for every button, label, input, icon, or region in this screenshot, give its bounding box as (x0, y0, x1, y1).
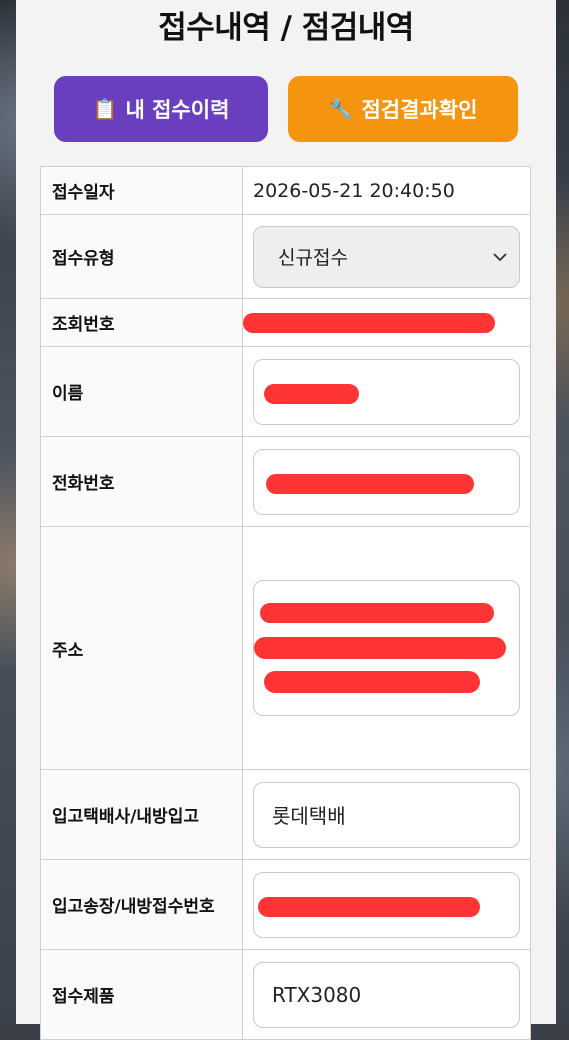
row-address: 주소 (40, 526, 531, 770)
row-name: 이름 (40, 346, 531, 437)
product-value: RTX3080 (272, 982, 362, 1007)
courier-value: 롯데택배 (272, 804, 346, 828)
phone-cell (242, 436, 531, 527)
product-cell: RTX3080 (242, 949, 531, 1040)
row-product: 접수제품 RTX3080 (40, 949, 531, 1040)
content-panel: 접수내역 / 점검내역 📋 내 접수이력 🔧 점검결과확인 접수일자 2026-… (16, 0, 556, 1040)
page-title: 접수내역 / 점검내역 (158, 10, 414, 46)
name-input[interactable] (253, 358, 520, 425)
tracking-input[interactable] (253, 871, 520, 938)
address-cell (242, 526, 531, 770)
row-courier: 입고택배사/내방입고 롯데택배 (40, 769, 531, 860)
inspection-result-button[interactable]: 🔧 점검결과확인 (288, 76, 518, 142)
tracking-redaction (258, 896, 480, 917)
courier-label: 입고택배사/내방입고 (40, 769, 243, 860)
row-lookup: 조회번호 (40, 298, 531, 347)
address-input[interactable] (253, 580, 520, 716)
chevron-down-icon (493, 252, 507, 261)
name-label: 이름 (40, 346, 243, 437)
tracking-label: 입고송장/내방접수번호 (40, 859, 243, 950)
courier-input[interactable]: 롯데택배 (253, 781, 520, 848)
date-label: 접수일자 (40, 166, 243, 215)
type-cell: 신규접수 (242, 214, 531, 299)
address-redaction-1 (260, 603, 494, 623)
receipt-form: 접수일자 2026-05-21 20:40:50 접수유형 신규접수 조회번호 … (40, 166, 531, 1040)
phone-redaction (266, 473, 474, 494)
inspection-result-label: 점검결과확인 (361, 98, 478, 122)
type-select[interactable]: 신규접수 (253, 225, 520, 288)
address-redaction-3 (264, 671, 480, 693)
lookup-label: 조회번호 (40, 298, 243, 347)
product-input[interactable]: RTX3080 (253, 961, 520, 1028)
row-tracking: 입고송장/내방접수번호 (40, 859, 531, 950)
name-cell (242, 346, 531, 437)
row-type: 접수유형 신규접수 (40, 214, 531, 299)
address-label: 주소 (40, 526, 243, 770)
phone-label: 전화번호 (40, 436, 243, 527)
tracking-cell (242, 859, 531, 950)
type-selected-value: 신규접수 (278, 247, 348, 269)
name-redaction (264, 383, 359, 404)
courier-cell: 롯데택배 (242, 769, 531, 860)
address-redaction-2 (254, 637, 506, 659)
row-date: 접수일자 2026-05-21 20:40:50 (40, 166, 531, 215)
my-history-button[interactable]: 📋 내 접수이력 (54, 76, 268, 142)
wrench-icon: 🔧 (328, 97, 354, 121)
type-label: 접수유형 (40, 214, 243, 299)
clipboard-icon: 📋 (92, 97, 118, 121)
row-phone: 전화번호 (40, 436, 531, 527)
lookup-value (242, 298, 531, 347)
date-value: 2026-05-21 20:40:50 (242, 166, 531, 215)
lookup-redaction (243, 313, 495, 333)
phone-input[interactable] (253, 448, 520, 515)
my-history-label: 내 접수이력 (125, 98, 230, 122)
product-label: 접수제품 (40, 949, 243, 1040)
